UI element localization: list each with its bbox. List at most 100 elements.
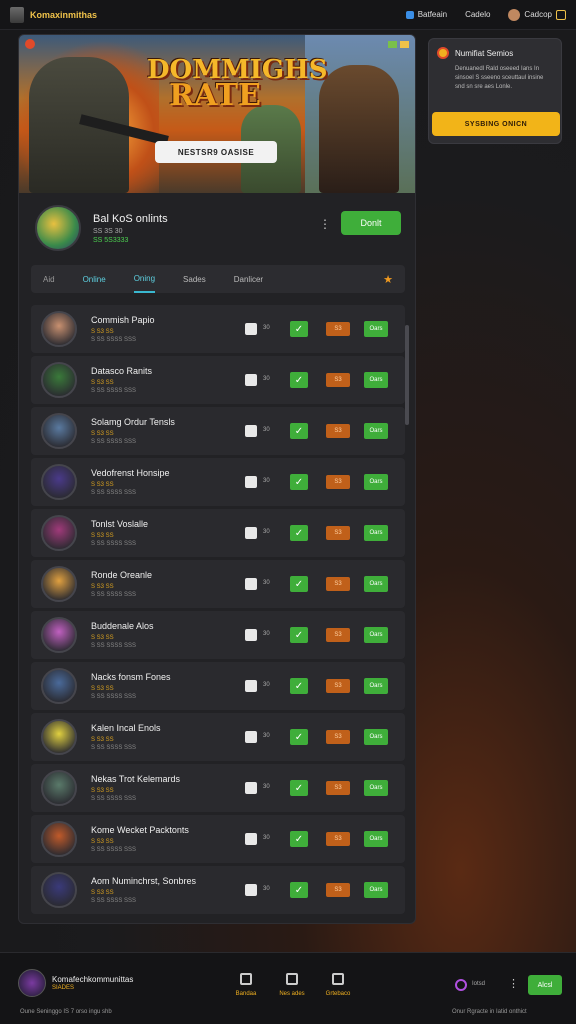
open-button[interactable]: Oars <box>364 525 388 541</box>
star-icon[interactable]: ★ <box>383 273 393 286</box>
list-item[interactable]: Nekas Trot Kelemards S S3 SS S SS SSSS SSS… <box>31 764 405 812</box>
list-item[interactable]: Kome Wecket Packtonts S S3 SS S SS SSSS SS… <box>31 815 405 863</box>
accept-button[interactable]: ✓ <box>290 729 308 745</box>
orange-badge[interactable]: S3 <box>326 373 350 387</box>
list-item[interactable]: Nacks fonsm Fones S S3 SS S SS SSSS SSS 30 ✓… <box>31 662 405 710</box>
open-button[interactable]: Oars <box>364 831 388 847</box>
list-item[interactable]: Buddenale Alos S S3 SS S SS SSSS SSS 30 ✓ S3 O… <box>31 611 405 659</box>
player-avatar[interactable] <box>41 464 77 500</box>
list-item[interactable]: Vedofrenst Honsipe S S3 SS S SS SSSS SSS 30… <box>31 458 405 506</box>
topbar-item-batfeain[interactable]: Batfeain <box>405 10 448 19</box>
tab-oning[interactable]: Oning <box>133 265 156 293</box>
open-button[interactable]: Oars <box>364 627 388 643</box>
accept-button[interactable]: ✓ <box>290 423 308 439</box>
bottom-action-button[interactable]: Alcsl <box>528 975 562 995</box>
tab-sades[interactable]: Sades <box>183 265 206 293</box>
list-item[interactable]: Datasco Ranits S S3 SS S SS SSSS SSS 30 ✓ S3 O… <box>31 356 405 404</box>
player-avatar[interactable] <box>41 821 77 857</box>
list-item[interactable]: Aom Numinchrst, Sonbres S S3 SS S SS SSSS … <box>31 866 405 914</box>
notification-button[interactable]: SYSBING ONICN <box>432 112 560 136</box>
topbar-item-label: Batfeain <box>417 10 448 19</box>
player-sub: S S3 SS <box>91 380 114 386</box>
open-button[interactable]: Oars <box>364 474 388 490</box>
player-avatar[interactable] <box>41 515 77 551</box>
bottom-nav-grtebaco[interactable]: Grtebaco <box>318 973 358 997</box>
open-button[interactable]: Oars <box>364 729 388 745</box>
accept-button[interactable]: ✓ <box>290 576 308 592</box>
accept-button[interactable]: ✓ <box>290 525 308 541</box>
profile-action-button[interactable]: Donlt <box>341 211 401 235</box>
player-sub2: S SS SSSS SSS <box>91 847 137 853</box>
orange-badge[interactable]: S3 <box>326 526 350 540</box>
hero-soldier-right <box>319 65 399 193</box>
orange-badge[interactable]: S3 <box>326 424 350 438</box>
tab-online[interactable]: Online <box>83 265 106 293</box>
hero-banner: DOMMIGHS RATE NESTSR9 OASISE <box>19 35 415 193</box>
accept-button[interactable]: ✓ <box>290 678 308 694</box>
open-button[interactable]: Oars <box>364 423 388 439</box>
player-avatar[interactable] <box>41 770 77 806</box>
list-item[interactable]: Solamg Ordur Tensls S S3 SS S SS SSSS SSS 3… <box>31 407 405 455</box>
open-button[interactable]: Oars <box>364 780 388 796</box>
open-button[interactable]: Oars <box>364 576 388 592</box>
player-avatar[interactable] <box>41 617 77 653</box>
mic-icon[interactable] <box>455 979 467 991</box>
player-list: Commish Papio S S3 SS S SS SSSS SSS 30 ✓ S3 Oa… <box>31 305 405 917</box>
game-icon <box>245 782 257 794</box>
accept-button[interactable]: ✓ <box>290 372 308 388</box>
list-item[interactable]: Ronde Oreanle S S3 SS S SS SSSS SSS 30 ✓ S3 Oa… <box>31 560 405 608</box>
orange-badge[interactable]: S3 <box>326 883 350 897</box>
more-options-icon[interactable]: ⋮ <box>319 217 331 231</box>
list-item[interactable]: Tonlst Voslalle S S3 SS S SS SSSS SSS 30 ✓ S3… <box>31 509 405 557</box>
player-avatar[interactable] <box>41 413 77 449</box>
hero-button[interactable]: NESTSR9 OASISE <box>155 141 277 163</box>
orange-badge[interactable]: S3 <box>326 628 350 642</box>
scrollbar-thumb[interactable] <box>405 325 409 425</box>
orange-badge[interactable]: S3 <box>326 832 350 846</box>
orange-badge[interactable]: S3 <box>326 679 350 693</box>
bottom-more-icon[interactable]: ⋮ <box>508 977 519 990</box>
accept-button[interactable]: ✓ <box>290 780 308 796</box>
profile-avatar[interactable] <box>35 205 81 251</box>
orange-badge[interactable]: S3 <box>326 475 350 489</box>
list-item[interactable]: Commish Papio S S3 SS S SS SSSS SSS 30 ✓ S3 Oa… <box>31 305 405 353</box>
player-sub2: S SS SSSS SSS <box>91 592 137 598</box>
orange-badge[interactable]: S3 <box>326 322 350 336</box>
tab-danlicer[interactable]: Danlicer <box>234 265 263 293</box>
player-avatar[interactable] <box>41 362 77 398</box>
topbar-item-cadelo[interactable]: Cadelo <box>465 10 490 19</box>
player-avatar[interactable] <box>41 311 77 347</box>
accept-button[interactable]: ✓ <box>290 321 308 337</box>
bottom-nav-home[interactable]: Bandaa <box>226 973 266 997</box>
orange-badge[interactable]: S3 <box>326 781 350 795</box>
grid-icon <box>405 10 414 19</box>
open-button[interactable]: Oars <box>364 321 388 337</box>
accept-button[interactable]: ✓ <box>290 627 308 643</box>
orange-badge[interactable]: S3 <box>326 730 350 744</box>
open-button[interactable]: Oars <box>364 678 388 694</box>
notification-icon[interactable] <box>556 9 566 20</box>
player-avatar[interactable] <box>41 668 77 704</box>
brand[interactable]: Komaxinmithas <box>10 6 97 23</box>
player-sub2: S SS SSSS SSS <box>91 745 137 751</box>
tab-aid[interactable]: Aid <box>43 265 55 293</box>
player-sub: S S3 SS <box>91 431 114 437</box>
player-sub2: S SS SSSS SSS <box>91 796 137 802</box>
topbar-item-profile[interactable]: Cadcop <box>508 8 566 21</box>
game-icon <box>245 374 257 386</box>
player-sub2: S SS SSSS SSS <box>91 337 137 343</box>
player-avatar[interactable] <box>41 872 77 908</box>
player-avatar[interactable] <box>41 719 77 755</box>
open-button[interactable]: Oars <box>364 372 388 388</box>
bottom-avatar[interactable] <box>18 969 46 997</box>
player-count: 30 <box>263 835 270 841</box>
open-button[interactable]: Oars <box>364 882 388 898</box>
accept-button[interactable]: ✓ <box>290 474 308 490</box>
scrollbar[interactable] <box>405 305 409 915</box>
accept-button[interactable]: ✓ <box>290 882 308 898</box>
bottom-nav-news[interactable]: Nes ades <box>272 973 312 997</box>
orange-badge[interactable]: S3 <box>326 577 350 591</box>
player-avatar[interactable] <box>41 566 77 602</box>
accept-button[interactable]: ✓ <box>290 831 308 847</box>
list-item[interactable]: Kalen Incal Enols S S3 SS S SS SSSS SSS 30 ✓… <box>31 713 405 761</box>
